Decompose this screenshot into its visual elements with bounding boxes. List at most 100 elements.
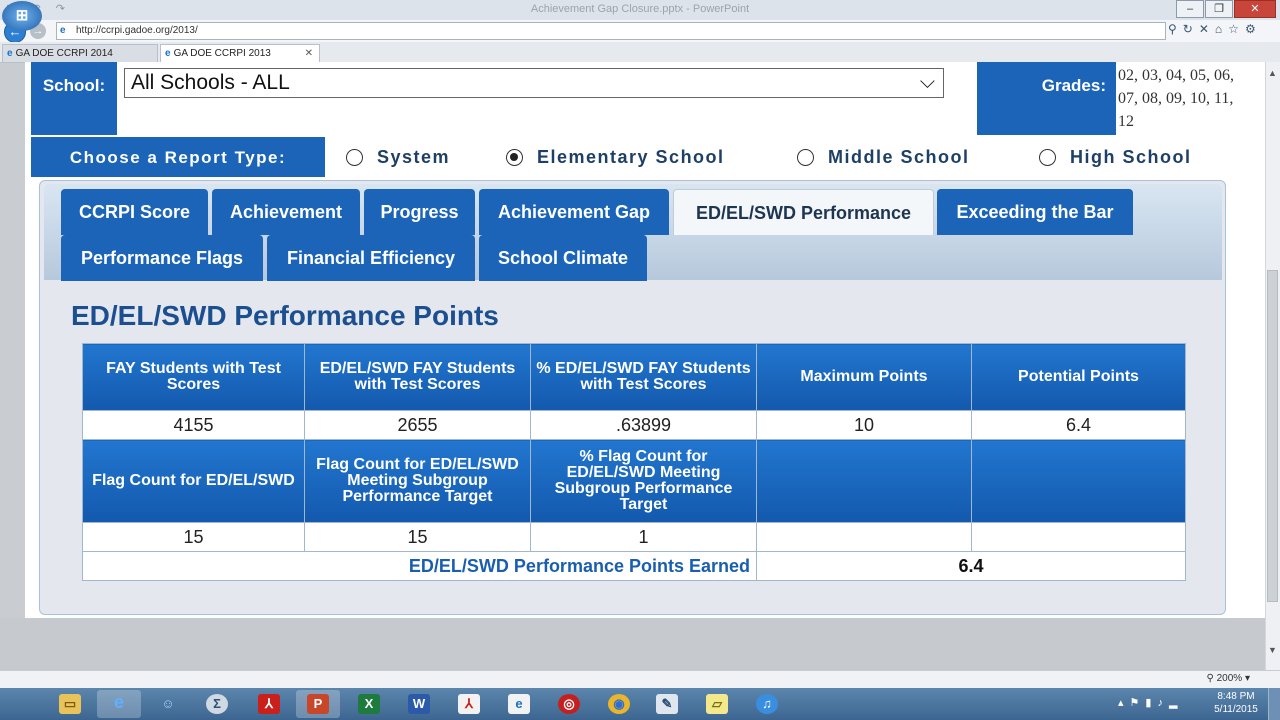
file-explorer-icon[interactable]: ▭ xyxy=(48,690,92,718)
page-background-bottom xyxy=(0,618,1265,670)
tab-ccrpi-score[interactable]: CCRPI Score xyxy=(61,189,208,235)
radio-label: High School xyxy=(1070,147,1192,167)
taskbar-clock[interactable]: 8:48 PM 5/11/2015 xyxy=(1208,690,1264,716)
tab-progress[interactable]: Progress xyxy=(364,189,475,235)
table-header-cell: Maximum Points xyxy=(756,343,972,411)
chevron-down-icon: ⌵ xyxy=(919,71,935,93)
points-earned-value: 6.4 xyxy=(756,551,1186,581)
table-header-cell: % ED/EL/SWD FAY Students with Test Score… xyxy=(530,343,757,411)
table-header-row: FAY Students with Test Scores ED/EL/SWD … xyxy=(82,343,1186,411)
radio-middle-school[interactable]: Middle School xyxy=(797,137,970,177)
browser-tab-ccrpi-2014[interactable]: e GA DOE CCRPI 2014 xyxy=(2,44,158,62)
radio-selected-icon[interactable] xyxy=(506,149,523,166)
table-header-cell: Flag Count for ED/EL/SWD xyxy=(82,439,305,523)
sticky-notes-icon[interactable]: ▱ xyxy=(695,690,739,718)
internet-explorer-icon[interactable]: e xyxy=(97,690,141,718)
close-tab-icon[interactable]: ✕ xyxy=(1199,22,1215,36)
people-app-icon[interactable]: ☺ xyxy=(146,690,190,718)
table-header-cell: FAY Students with Test Scores xyxy=(82,343,305,411)
acrobat-pdf-icon[interactable]: ⅄ xyxy=(247,690,291,718)
zoom-level[interactable]: ⚲ 200% ▾ xyxy=(1207,673,1251,684)
radio-unselected-icon[interactable] xyxy=(1039,149,1056,166)
tab-school-climate[interactable]: School Climate xyxy=(479,235,647,281)
table-cell xyxy=(971,522,1186,552)
table-header-row: Flag Count for ED/EL/SWD Flag Count for … xyxy=(82,439,1186,523)
volume-icon[interactable]: ♪ xyxy=(1157,697,1169,709)
refresh-icon[interactable]: ↻ xyxy=(1183,22,1199,36)
window-titlebar: ▣ ↶ ↷ Achievement Gap Closure.pptx - Pow… xyxy=(0,0,1280,20)
browser-tab-ccrpi-2013[interactable]: e GA DOE CCRPI 2013 ✕ xyxy=(160,44,320,62)
section-title: ED/EL/SWD Performance Points xyxy=(71,300,499,331)
browser-status-bar: ⚲ 200% ▾ xyxy=(0,670,1280,689)
zoom-value: 200% xyxy=(1216,673,1243,684)
battery-icon[interactable]: ▮ xyxy=(1145,697,1157,709)
school-select[interactable]: All Schools - ALL ⌵ xyxy=(124,68,944,98)
acrobat-reader-icon[interactable]: ⅄ xyxy=(447,690,491,718)
table-cell: 15 xyxy=(82,522,305,552)
scroll-up-arrow-icon[interactable]: ▲ xyxy=(1267,68,1278,78)
powerpoint-icon[interactable]: P xyxy=(296,690,340,718)
flag-icon[interactable]: ⚑ xyxy=(1130,697,1146,709)
radio-elementary-school[interactable]: Elementary School xyxy=(506,137,725,177)
system-tray-icons: ▴⚑▮♪▂ xyxy=(1118,696,1183,709)
address-text: http://ccrpi.gadoe.org/2013/ xyxy=(76,25,198,36)
home-icon[interactable]: ⌂ xyxy=(1215,22,1228,36)
excel-icon[interactable]: X xyxy=(347,690,391,718)
table-cell: 6.4 xyxy=(971,410,1186,440)
internet-explorer-icon-2[interactable]: e xyxy=(497,690,541,718)
table-header-cell: Flag Count for ED/EL/SWD Meeting Subgrou… xyxy=(304,439,531,523)
radio-label: Middle School xyxy=(828,147,970,167)
points-earned-row: ED/EL/SWD Performance Points Earned 6.4 xyxy=(82,551,1186,581)
radio-unselected-icon[interactable] xyxy=(346,149,363,166)
radio-label: Elementary School xyxy=(537,147,725,167)
restore-icon[interactable]: ❐ xyxy=(1205,0,1233,18)
tab-close-icon[interactable]: ✕ xyxy=(305,45,313,63)
table-header-cell xyxy=(756,439,972,523)
sigma-app-icon[interactable]: Σ xyxy=(195,690,239,718)
school-label: School: xyxy=(31,62,117,135)
signal-icon[interactable]: ▂ xyxy=(1169,697,1183,709)
scrollbar-thumb[interactable] xyxy=(1267,270,1278,602)
itunes-icon[interactable]: ♫ xyxy=(745,690,789,718)
ie-page-icon: e xyxy=(60,25,66,36)
table-cell: 4155 xyxy=(82,410,305,440)
school-select-value: All Schools - ALL xyxy=(131,71,290,94)
start-button[interactable]: ⊞ xyxy=(2,1,42,31)
minimize-icon[interactable]: – xyxy=(1176,0,1204,18)
address-field[interactable]: e http://ccrpi.gadoe.org/2013/ xyxy=(56,22,1166,40)
performance-table: FAY Students with Test Scores ED/EL/SWD … xyxy=(82,343,1186,581)
search-icon[interactable]: ⚲ xyxy=(1168,22,1183,36)
tab-exceeding-the-bar[interactable]: Exceeding the Bar xyxy=(937,189,1133,235)
tab-performance-flags[interactable]: Performance Flags xyxy=(61,235,263,281)
gear-icon[interactable]: ⚙ xyxy=(1245,22,1262,36)
close-window-icon[interactable]: ✕ xyxy=(1234,0,1276,18)
table-cell: 2655 xyxy=(304,410,531,440)
screen-capture-icon[interactable]: ✎ xyxy=(645,690,689,718)
chrome-icon[interactable]: ◉ xyxy=(597,690,641,718)
tab-achievement[interactable]: Achievement xyxy=(212,189,360,235)
tab-financial-efficiency[interactable]: Financial Efficiency xyxy=(267,235,475,281)
table-cell: 1 xyxy=(530,522,757,552)
show-desktop-button[interactable] xyxy=(1268,688,1280,720)
browser-tab-label: GA DOE CCRPI 2014 xyxy=(15,48,113,59)
grades-values: 02, 03, 04, 05, 06, 07, 08, 09, 10, 11, … xyxy=(1118,67,1234,130)
table-header-cell xyxy=(971,439,1186,523)
radio-unselected-icon[interactable] xyxy=(797,149,814,166)
table-cell: 10 xyxy=(756,410,972,440)
windows-logo-icon: ⊞ xyxy=(15,7,29,24)
radio-high-school[interactable]: High School xyxy=(1039,137,1192,177)
table-row: 15 15 1 xyxy=(82,522,1186,552)
ie-tab-icon: e xyxy=(165,48,171,59)
favorites-star-icon[interactable]: ☆ xyxy=(1228,22,1245,36)
target-app-icon[interactable]: ◎ xyxy=(547,690,591,718)
scroll-down-arrow-icon[interactable]: ▼ xyxy=(1267,645,1278,655)
word-icon[interactable]: W xyxy=(397,690,441,718)
tab-achievement-gap[interactable]: Achievement Gap xyxy=(479,189,669,235)
tab-ed-el-swd-performance[interactable]: ED/EL/SWD Performance xyxy=(673,189,934,235)
browser-toolbar-icons: ⚲↻✕⌂☆⚙ xyxy=(1168,22,1262,36)
radio-system[interactable]: System xyxy=(346,137,450,177)
table-cell: .63899 xyxy=(530,410,757,440)
grades-label: Grades: xyxy=(977,62,1116,135)
show-hidden-icons-arrow-icon[interactable]: ▴ xyxy=(1118,697,1130,709)
ie-tab-icon: e xyxy=(7,48,13,59)
